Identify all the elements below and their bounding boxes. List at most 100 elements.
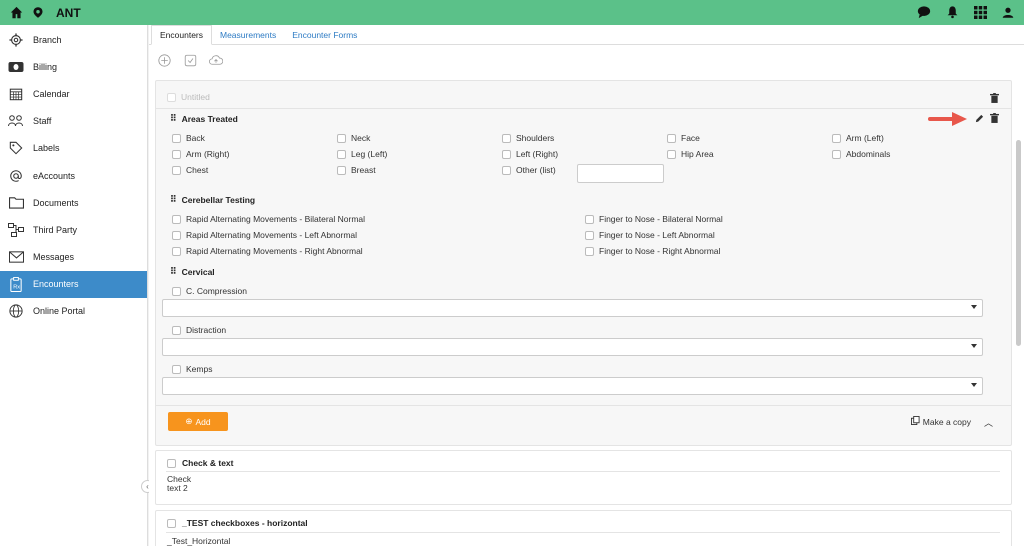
- option-ftn-left-abnormal[interactable]: Finger to Nose - Left Abnormal: [585, 230, 715, 240]
- option-shoulders[interactable]: Shoulders: [502, 133, 554, 143]
- checkbox[interactable]: [172, 230, 181, 240]
- option-ram-right-abnormal[interactable]: Rapid Alternating Movements - Right Abno…: [172, 246, 363, 256]
- chevron-down-icon: [971, 383, 977, 387]
- sidebar-item-messages[interactable]: Messages: [0, 244, 147, 271]
- checkbox[interactable]: [585, 230, 594, 240]
- checkbox[interactable]: [337, 165, 346, 175]
- sidebar-item-branch[interactable]: Branch: [0, 26, 147, 53]
- checkbox[interactable]: [585, 246, 594, 256]
- option-arm-left[interactable]: Arm (Left): [832, 133, 884, 143]
- checkbox[interactable]: [172, 364, 181, 374]
- option-ftn-bilateral-normal[interactable]: Finger to Nose - Bilateral Normal: [585, 214, 723, 224]
- checkbox[interactable]: [502, 149, 511, 159]
- template-icon[interactable]: [183, 53, 197, 67]
- option-chest[interactable]: Chest: [172, 165, 208, 175]
- checkbox[interactable]: [172, 165, 181, 175]
- checkbox[interactable]: [667, 133, 676, 143]
- option-abdominals[interactable]: Abdominals: [832, 149, 890, 159]
- encounter-form-card: Untitled ⠿ Areas Treated Back Neck Shoul…: [155, 80, 1012, 446]
- option-neck[interactable]: Neck: [337, 133, 370, 143]
- cloud-upload-icon[interactable]: [209, 53, 223, 67]
- option-label: Distraction: [186, 325, 227, 335]
- card-checkbox[interactable]: [167, 518, 176, 528]
- distraction-select[interactable]: [162, 338, 983, 356]
- option-back[interactable]: Back: [172, 133, 205, 143]
- drag-handle-icon[interactable]: ⠿: [170, 266, 177, 277]
- option-ram-left-abnormal[interactable]: Rapid Alternating Movements - Left Abnor…: [172, 230, 357, 240]
- other-list-input[interactable]: [577, 164, 664, 183]
- kemps-select[interactable]: [162, 377, 983, 395]
- option-other-list[interactable]: Other (list): [502, 165, 556, 175]
- sidebar-item-calendar[interactable]: Calendar: [0, 80, 147, 107]
- add-button[interactable]: ⊕ Add: [168, 412, 228, 431]
- add-circle-icon[interactable]: [157, 53, 171, 67]
- sidebar-item-encounters[interactable]: Rx Encounters: [0, 270, 147, 298]
- location-pin-icon[interactable]: [30, 5, 46, 21]
- option-ram-bilateral-normal[interactable]: Rapid Alternating Movements - Bilateral …: [172, 214, 365, 224]
- test-checkboxes-card: _TEST checkboxes - horizontal _Test_Hori…: [155, 510, 1012, 546]
- scrollbar[interactable]: [1016, 140, 1021, 346]
- option-label: Other (list): [516, 165, 556, 175]
- checkbox[interactable]: [585, 214, 594, 224]
- checkbox[interactable]: [337, 133, 346, 143]
- sidebar-item-label: Online Portal: [33, 306, 86, 317]
- option-breast[interactable]: Breast: [337, 165, 376, 175]
- drag-handle-icon[interactable]: ⠿: [170, 194, 177, 205]
- svg-text:Rx: Rx: [13, 284, 20, 290]
- chat-icon[interactable]: [916, 4, 932, 20]
- option-hip-area[interactable]: Hip Area: [667, 149, 714, 159]
- option-label: Neck: [351, 133, 371, 143]
- checkbox[interactable]: [172, 325, 181, 335]
- option-left-right[interactable]: Left (Right): [502, 149, 558, 159]
- option-ftn-right-abnormal[interactable]: Finger to Nose - Right Abnormal: [585, 246, 720, 256]
- option-distraction[interactable]: Distraction: [172, 325, 226, 335]
- checkbox[interactable]: [667, 149, 676, 159]
- tab-encounters[interactable]: Encounters: [151, 25, 212, 45]
- option-label: Back: [186, 133, 205, 143]
- sidebar-item-online-portal[interactable]: Online Portal: [0, 298, 147, 325]
- form-checkbox[interactable]: [167, 92, 176, 102]
- checkbox[interactable]: [502, 133, 511, 143]
- top-bar: ANT: [0, 0, 1024, 25]
- trash-icon[interactable]: [990, 113, 999, 125]
- drag-handle-icon[interactable]: ⠿: [170, 113, 177, 124]
- edit-pencil-icon[interactable]: [975, 114, 984, 125]
- home-icon[interactable]: [8, 5, 24, 21]
- checkbox[interactable]: [832, 149, 841, 159]
- bell-icon[interactable]: [944, 4, 960, 20]
- sidebar-item-billing[interactable]: Billing: [0, 53, 147, 80]
- sidebar-item-third-party[interactable]: Third Party: [0, 216, 147, 243]
- sidebar-item-label: Encounters: [33, 279, 79, 290]
- sidebar-item-label: eAccounts: [33, 170, 76, 181]
- checkbox[interactable]: [172, 133, 181, 143]
- apps-grid-icon[interactable]: [972, 4, 988, 20]
- user-icon[interactable]: [1000, 4, 1016, 20]
- trash-icon[interactable]: [990, 93, 999, 105]
- checkbox[interactable]: [337, 149, 346, 159]
- tab-encounter-forms[interactable]: Encounter Forms: [284, 26, 365, 44]
- sidebar-item-eaccounts[interactable]: eAccounts: [0, 162, 147, 189]
- form-title-field[interactable]: Untitled: [167, 92, 210, 102]
- make-copy-button[interactable]: Make a copy: [910, 416, 971, 427]
- network-icon: [8, 222, 24, 238]
- checkbox[interactable]: [502, 165, 511, 175]
- c-compression-select[interactable]: [162, 299, 983, 317]
- tab-measurements[interactable]: Measurements: [212, 26, 284, 44]
- card-checkbox[interactable]: [167, 458, 176, 468]
- option-label: Finger to Nose - Bilateral Normal: [599, 214, 723, 224]
- chevron-up-icon[interactable]: ︿: [984, 416, 993, 429]
- sidebar-item-documents[interactable]: Documents: [0, 189, 147, 216]
- sidebar-item-label: Labels: [33, 143, 60, 154]
- sidebar-item-labels[interactable]: Labels: [0, 135, 147, 162]
- option-kemps[interactable]: Kemps: [172, 364, 212, 374]
- option-arm-right[interactable]: Arm (Right): [172, 149, 229, 159]
- checkbox[interactable]: [172, 246, 181, 256]
- checkbox[interactable]: [172, 286, 181, 296]
- option-leg-left[interactable]: Leg (Left): [337, 149, 387, 159]
- checkbox[interactable]: [172, 214, 181, 224]
- checkbox[interactable]: [832, 133, 841, 143]
- option-face[interactable]: Face: [667, 133, 700, 143]
- checkbox[interactable]: [172, 149, 181, 159]
- option-c-compression[interactable]: C. Compression: [172, 286, 247, 296]
- sidebar-item-staff[interactable]: Staff: [0, 108, 147, 135]
